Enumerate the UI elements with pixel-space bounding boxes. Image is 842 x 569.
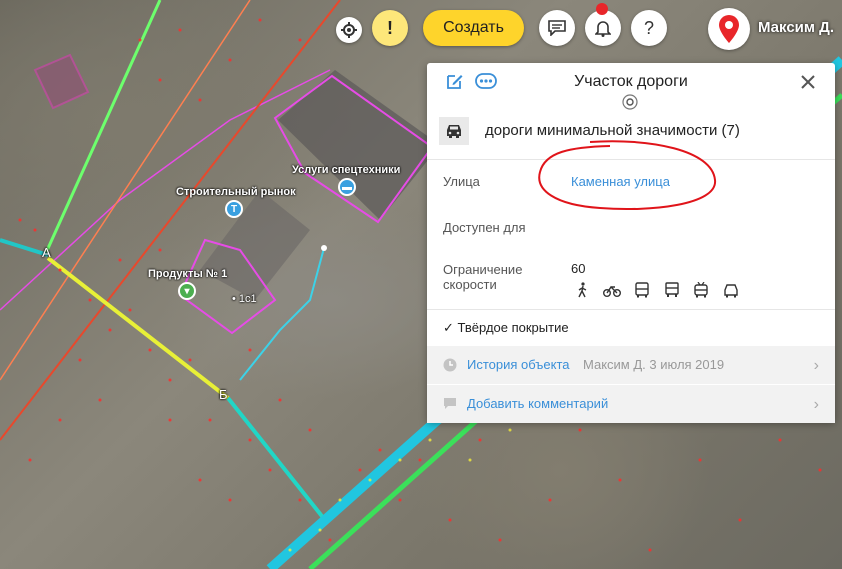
history-link[interactable]: История объекта bbox=[467, 357, 570, 372]
point-b-label: Б bbox=[219, 387, 228, 402]
building bbox=[278, 70, 440, 220]
speed-value: 60 bbox=[571, 261, 586, 276]
map-label-market[interactable]: Строительный рынок bbox=[176, 186, 296, 198]
bus-icon bbox=[635, 282, 649, 298]
access-label: Доступен для bbox=[443, 220, 526, 235]
path-endpoint[interactable] bbox=[321, 245, 327, 251]
road-segment-panel: Участок дороги дороги минимальной значим… bbox=[427, 63, 835, 423]
alert-button[interactable]: ! bbox=[372, 10, 408, 46]
user-name[interactable]: Максим Д. bbox=[758, 19, 834, 36]
settings-button[interactable] bbox=[336, 17, 362, 43]
help-button[interactable]: ? bbox=[631, 10, 667, 46]
building-outline[interactable] bbox=[33, 53, 90, 110]
surface-feature: ✓ Твёрдое покрытие bbox=[443, 320, 569, 335]
notifications-button[interactable] bbox=[585, 10, 621, 46]
chat-button[interactable] bbox=[539, 10, 575, 46]
comment-row[interactable]: Добавить комментарий › bbox=[427, 385, 835, 423]
road-type-icon-box bbox=[439, 117, 469, 145]
market-poi-icon[interactable]: T bbox=[225, 200, 243, 218]
pedestrian-icon bbox=[578, 282, 587, 298]
chevron-right-icon: › bbox=[813, 396, 819, 413]
bell-icon bbox=[595, 21, 611, 37]
divider bbox=[427, 159, 835, 160]
car-icon bbox=[447, 125, 461, 138]
road-line[interactable] bbox=[226, 396, 327, 522]
street-link[interactable]: Каменная улица bbox=[571, 174, 670, 189]
chat-icon bbox=[548, 20, 566, 36]
truck-icon bbox=[665, 282, 679, 297]
divider bbox=[427, 309, 835, 310]
point-a-label: А bbox=[42, 245, 51, 260]
map-label-house[interactable]: • 1с1 bbox=[232, 293, 257, 305]
speed-label-line1: Ограничение bbox=[443, 262, 523, 277]
road-type: дороги минимальной значимости (7) bbox=[485, 122, 740, 139]
street-label: Улица bbox=[443, 174, 480, 189]
history-meta: Максим Д. 3 июля 2019 bbox=[583, 357, 725, 372]
car-icon bbox=[724, 284, 738, 298]
logo-button[interactable] bbox=[708, 8, 750, 50]
create-button[interactable]: Создать bbox=[423, 10, 524, 46]
map-label-products[interactable]: Продукты № 1 bbox=[148, 268, 227, 280]
locate-icon[interactable] bbox=[622, 94, 638, 110]
add-comment-link[interactable]: Добавить комментарий bbox=[467, 396, 608, 411]
exclamation-icon: ! bbox=[387, 17, 393, 38]
history-row[interactable]: История объекта Максим Д. 3 июля 2019 › bbox=[427, 346, 835, 384]
gear-icon bbox=[341, 22, 357, 38]
house-number: 1с1 bbox=[238, 293, 257, 305]
building bbox=[200, 190, 310, 300]
comment-icon bbox=[444, 398, 456, 409]
chevron-right-icon: › bbox=[813, 357, 819, 374]
map-pin-logo-icon bbox=[719, 15, 739, 43]
speed-label-line2: скорости bbox=[443, 277, 497, 292]
trolleybus-icon bbox=[694, 282, 708, 298]
map-label-services[interactable]: Услуги спецтехники bbox=[292, 164, 400, 176]
shop-poi-icon[interactable]: ▾ bbox=[178, 282, 196, 300]
bicycle-icon bbox=[603, 285, 621, 297]
notification-dot bbox=[596, 3, 608, 15]
road-line[interactable] bbox=[0, 238, 49, 257]
panel-title: Участок дороги bbox=[574, 73, 688, 90]
clock-icon bbox=[443, 358, 457, 372]
close-icon[interactable] bbox=[800, 74, 816, 90]
car-service-poi-icon[interactable]: ▬ bbox=[338, 178, 356, 196]
